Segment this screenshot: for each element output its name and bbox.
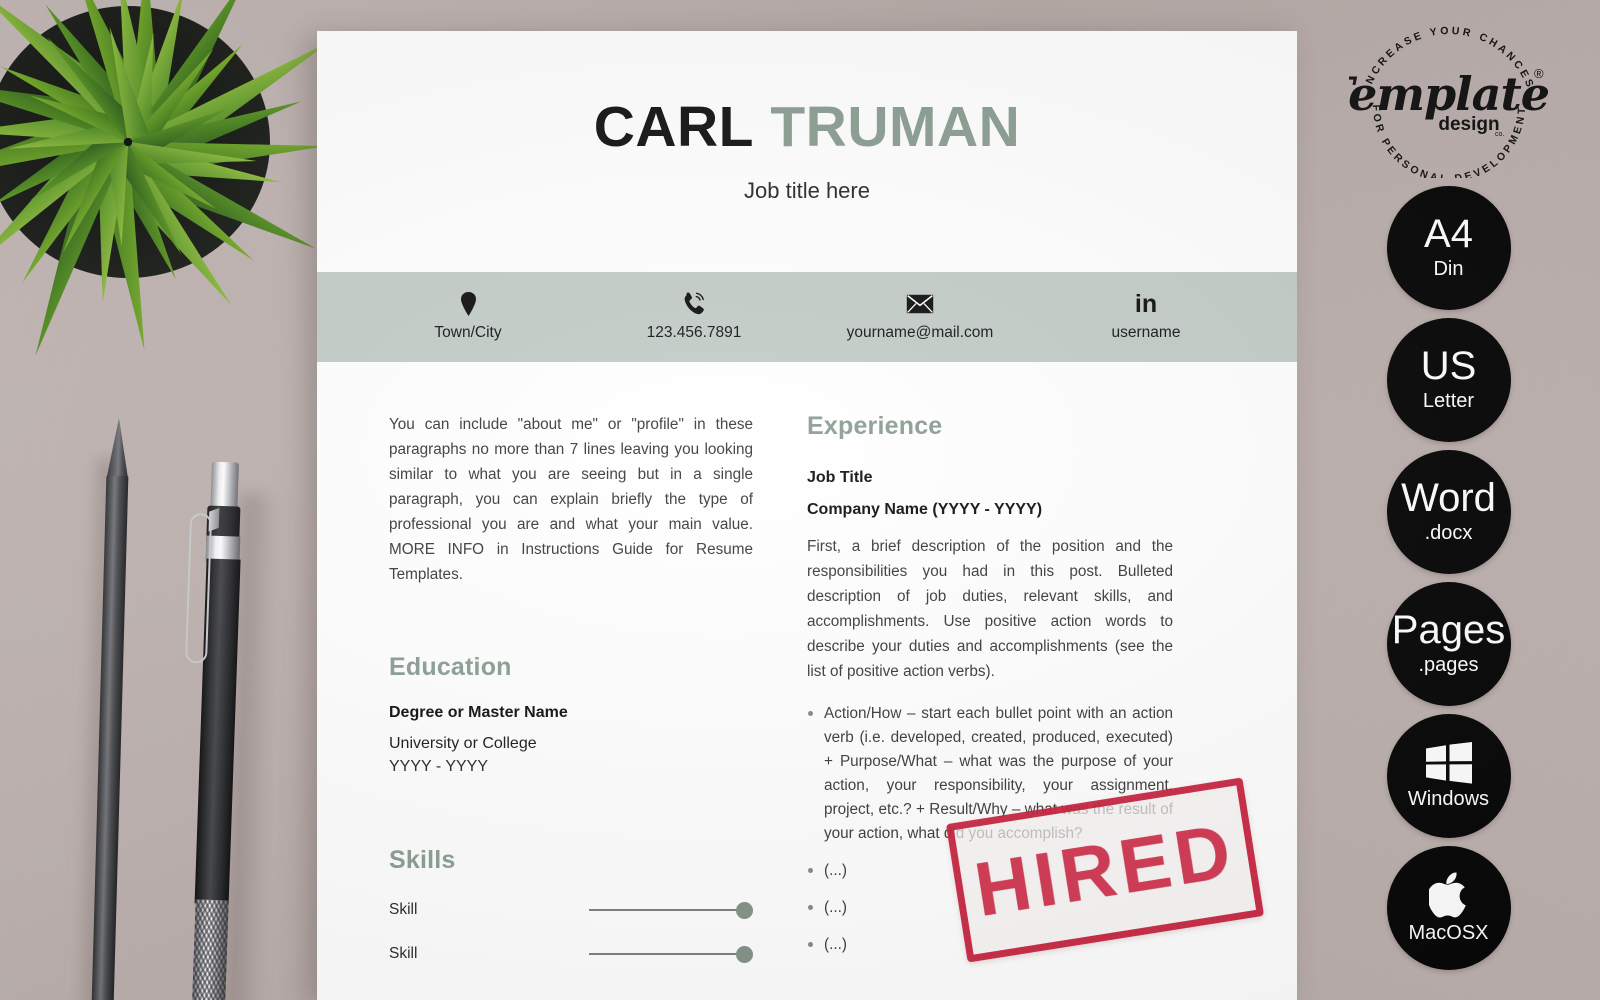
location-pin-icon — [460, 292, 477, 316]
badge-main-label: Pages — [1391, 608, 1506, 653]
badge-main-label: A4 — [1424, 212, 1473, 257]
experience-job-title: Job Title — [807, 469, 873, 486]
education-school: University or College — [389, 735, 537, 752]
experience-description: First, a brief description of the positi… — [807, 538, 1173, 680]
resume-header: CARL TRUMAN Job title here — [317, 31, 1297, 272]
education-section: Education Degree or Master Name Universi… — [389, 653, 753, 776]
svg-text:design: design — [1438, 114, 1499, 135]
badge-sidebar: INCREASE YOUR CHANCES FOR PERSONAL DEVEL… — [1297, 0, 1600, 1000]
skill-row[interactable]: Skill — [389, 901, 753, 919]
pencil-prop — [72, 418, 134, 1000]
contact-item-linkedin[interactable]: in username — [1033, 292, 1259, 342]
svg-text:®: ® — [1534, 66, 1544, 81]
badge-sub-label: .pages — [1418, 653, 1479, 676]
contact-bar: Town/City 123.456.7891 yourname@mail.com… — [317, 272, 1297, 362]
badge-sub-label: MacOSX — [1408, 921, 1489, 944]
contact-phone-value: 123.456.7891 — [646, 324, 742, 341]
pen-prop — [166, 461, 281, 1000]
badge-sub-label: Letter — [1422, 389, 1475, 412]
experience-company: Company Name (YYYY - YYYY) — [807, 501, 1043, 518]
skill-row[interactable]: Skill — [389, 945, 753, 963]
templates-design-logo: INCREASE YOUR CHANCES FOR PERSONAL DEVEL… — [1349, 26, 1549, 178]
badge-sub-label: Windows — [1407, 787, 1490, 810]
contact-item-email[interactable]: yourname@mail.com — [807, 292, 1033, 342]
svg-text:Templates: Templates — [1349, 67, 1549, 121]
badge-main-label: US — [1420, 344, 1477, 389]
education-degree: Degree or Master Name — [389, 704, 568, 721]
job-title-subheading: Job title here — [744, 178, 870, 203]
skill-knob[interactable] — [736, 945, 753, 963]
email-envelope-icon — [906, 292, 934, 316]
skill-knob[interactable] — [736, 901, 753, 919]
badge-pages[interactable]: Pages .pages — [1386, 582, 1511, 706]
contact-linkedin-value: username — [1111, 324, 1181, 341]
resume-left-column: You can include "about me" or "profile" … — [389, 412, 753, 963]
phone-icon — [683, 292, 705, 316]
skill-track — [589, 953, 743, 955]
education-section-title: Education — [389, 653, 512, 681]
apple-logo-icon — [1428, 872, 1469, 918]
linkedin-icon: in — [1134, 290, 1158, 318]
contact-item-location[interactable]: Town/City — [355, 292, 581, 342]
skill-slider[interactable] — [589, 945, 753, 963]
stamp-label: HIRED — [969, 807, 1241, 933]
contact-location-value: Town/City — [434, 324, 502, 341]
experience-section-title: Experience — [807, 412, 943, 440]
badge-main-label: Word — [1401, 476, 1496, 521]
profile-paragraph: You can include "about me" or "profile" … — [389, 416, 753, 583]
svg-text:co.: co. — [1495, 131, 1504, 138]
scene-background: CARL TRUMAN Job title here Town/City 123… — [0, 0, 1600, 1000]
contact-email-value: yourname@mail.com — [846, 324, 994, 341]
skills-section: Skills Skill Skill — [389, 846, 753, 963]
skill-label: Skill — [389, 945, 418, 962]
badge-windows[interactable]: Windows — [1386, 714, 1511, 838]
education-years: YYYY - YYYY — [389, 758, 489, 775]
badge-a4-din[interactable]: A4 Din — [1386, 186, 1511, 310]
skill-track — [589, 909, 743, 911]
contact-item-phone[interactable]: 123.456.7891 — [581, 292, 807, 342]
skill-label: Skill — [389, 901, 418, 918]
badge-us-letter[interactable]: US Letter — [1386, 318, 1511, 442]
first-name: CARL — [593, 95, 754, 159]
last-name: TRUMAN — [770, 95, 1021, 159]
windows-logo-icon — [1425, 741, 1472, 784]
badge-sub-label: .docx — [1424, 521, 1473, 544]
skill-slider[interactable] — [589, 901, 753, 919]
skills-section-title: Skills — [389, 846, 456, 874]
badge-sub-label: Din — [1433, 257, 1464, 280]
badge-macosx[interactable]: MacOSX — [1386, 846, 1511, 970]
badge-word-docx[interactable]: Word .docx — [1386, 450, 1511, 574]
page-title: CARL TRUMAN — [594, 99, 1021, 156]
